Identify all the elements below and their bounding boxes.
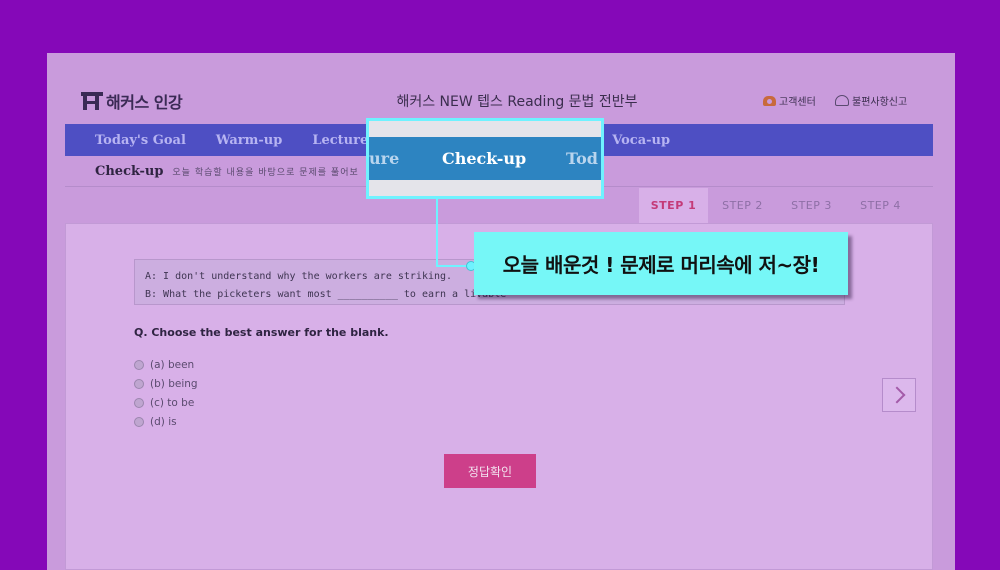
option-b[interactable]: (b) being — [134, 374, 198, 393]
zoomed-nav: ure Check-up Tod — [369, 137, 601, 180]
callout-banner: 오늘 배운것 ! 문제로 머리속에 저~장! — [474, 232, 848, 295]
zoom-nav-fragment-left: ure — [369, 149, 400, 168]
nav-voca-up[interactable]: Voca-up — [612, 133, 670, 148]
tab-step-1[interactable]: STEP 1 — [639, 188, 708, 223]
customer-center-link[interactable]: 고객센터 — [763, 93, 816, 108]
logo-icon — [81, 92, 103, 110]
report-label: 불편사항신고 — [852, 97, 908, 108]
nav-warm-up[interactable]: Warm-up — [216, 133, 282, 148]
option-a[interactable]: (a) been — [134, 355, 198, 374]
option-label: (b) being — [150, 377, 198, 390]
hackers-logo[interactable]: 해커스 인강 — [81, 89, 183, 113]
report-link[interactable]: 불편사항신고 — [835, 93, 907, 108]
option-label: (a) been — [150, 358, 195, 371]
zoom-nav-fragment-right: Tod — [566, 149, 598, 168]
next-button[interactable] — [882, 378, 916, 412]
radio-button[interactable] — [134, 397, 144, 408]
zoom-nav-check-up: Check-up — [442, 149, 527, 168]
tab-step-3[interactable]: STEP 3 — [777, 188, 846, 223]
option-label: (d) is — [150, 415, 177, 428]
radio-button[interactable] — [134, 416, 144, 427]
course-title: 해커스 NEW 텝스 Reading 문법 전반부 — [396, 94, 638, 110]
option-d[interactable]: (d) is — [134, 412, 198, 431]
section-header: Check-up 오늘 학습할 내용을 바탕으로 문제를 풀어보 — [95, 164, 359, 179]
option-label: (c) to be — [150, 396, 195, 409]
chevron-right-icon — [888, 386, 906, 404]
option-c[interactable]: (c) to be — [134, 393, 198, 412]
nav-lecture[interactable]: Lecture — [312, 133, 368, 148]
zoom-callout-box: ure Check-up Tod — [366, 118, 604, 199]
section-title: Check-up — [95, 164, 164, 179]
connector-line — [436, 199, 438, 267]
section-description: 오늘 학습할 내용을 바탕으로 문제를 풀어보 — [172, 168, 359, 178]
logo-text: 해커스 인강 — [106, 93, 183, 112]
nav-todays-goal[interactable]: Today's Goal — [95, 133, 186, 148]
check-answer-button[interactable]: 정답확인 — [444, 454, 536, 488]
customer-center-label: 고객센터 — [779, 97, 816, 108]
answer-options: (a) been (b) being (c) to be (d) is — [134, 355, 198, 431]
radio-button[interactable] — [134, 359, 144, 370]
alarm-icon — [835, 95, 849, 106]
question-text: Q. Choose the best answer for the blank. — [134, 326, 389, 339]
radio-button[interactable] — [134, 378, 144, 389]
phone-icon — [763, 95, 776, 106]
step-tabs: STEP 1 STEP 2 STEP 3 STEP 4 — [639, 188, 915, 223]
tab-step-2[interactable]: STEP 2 — [708, 188, 777, 223]
tab-step-4[interactable]: STEP 4 — [846, 188, 915, 223]
